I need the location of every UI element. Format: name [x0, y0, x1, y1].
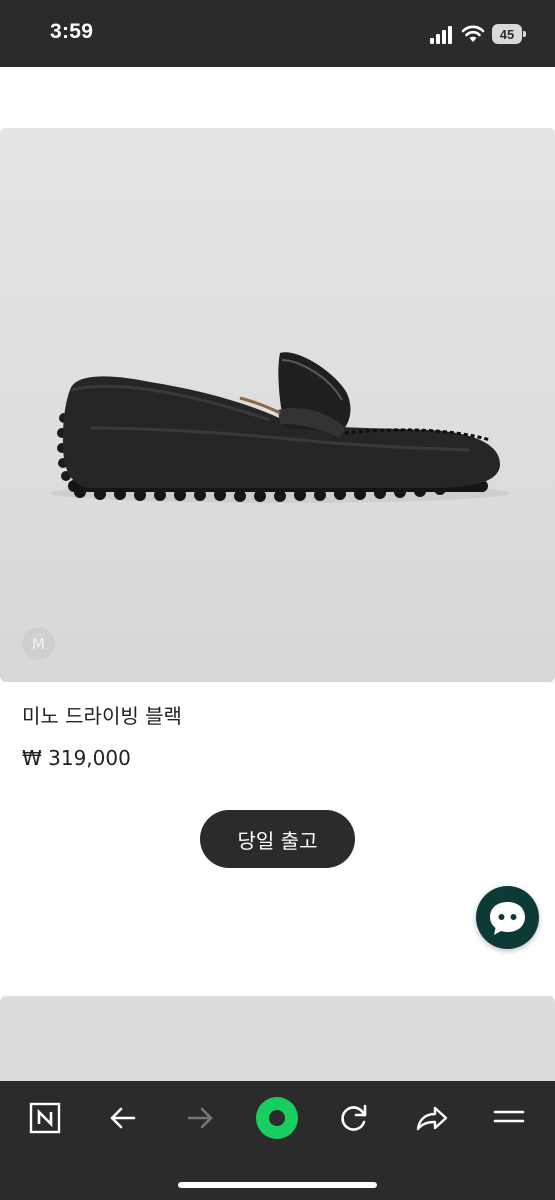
reload-icon: [341, 1104, 367, 1131]
home-indicator: [178, 1182, 377, 1188]
same-day-shipping-button[interactable]: 당일 출고: [200, 810, 355, 868]
menu-button[interactable]: [486, 1095, 532, 1141]
status-bar: 3:59 45: [0, 0, 555, 67]
brand-badge: M: [22, 627, 55, 660]
forward-button[interactable]: [177, 1095, 223, 1141]
battery-icon: 45: [492, 24, 526, 44]
share-button[interactable]: [409, 1095, 455, 1141]
battery-level: 45: [492, 24, 522, 44]
product-image[interactable]: M: [0, 128, 555, 682]
back-arrow-icon: [110, 1107, 136, 1129]
naver-home-button[interactable]: [22, 1095, 68, 1141]
product-price: ₩ 319,000: [22, 746, 131, 770]
chat-bubble-icon: [490, 902, 525, 935]
share-icon: [416, 1106, 448, 1131]
battery-tip: [523, 31, 526, 37]
green-dot-button[interactable]: [254, 1095, 300, 1141]
loafer-shoe-image: [50, 352, 510, 503]
next-product-image[interactable]: [0, 996, 555, 1086]
menu-icon: [493, 1110, 525, 1123]
product-name[interactable]: 미노 드라이빙 블랙: [22, 700, 182, 729]
green-dot-icon: [256, 1097, 298, 1139]
naver-logo-icon: [29, 1102, 61, 1134]
signal-icon: [430, 26, 452, 44]
reload-button[interactable]: [331, 1095, 377, 1141]
chat-button[interactable]: [476, 886, 539, 949]
back-button[interactable]: [100, 1095, 146, 1141]
status-time: 3:59: [50, 20, 94, 43]
forward-arrow-icon: [187, 1107, 213, 1129]
wifi-icon: [461, 25, 485, 42]
